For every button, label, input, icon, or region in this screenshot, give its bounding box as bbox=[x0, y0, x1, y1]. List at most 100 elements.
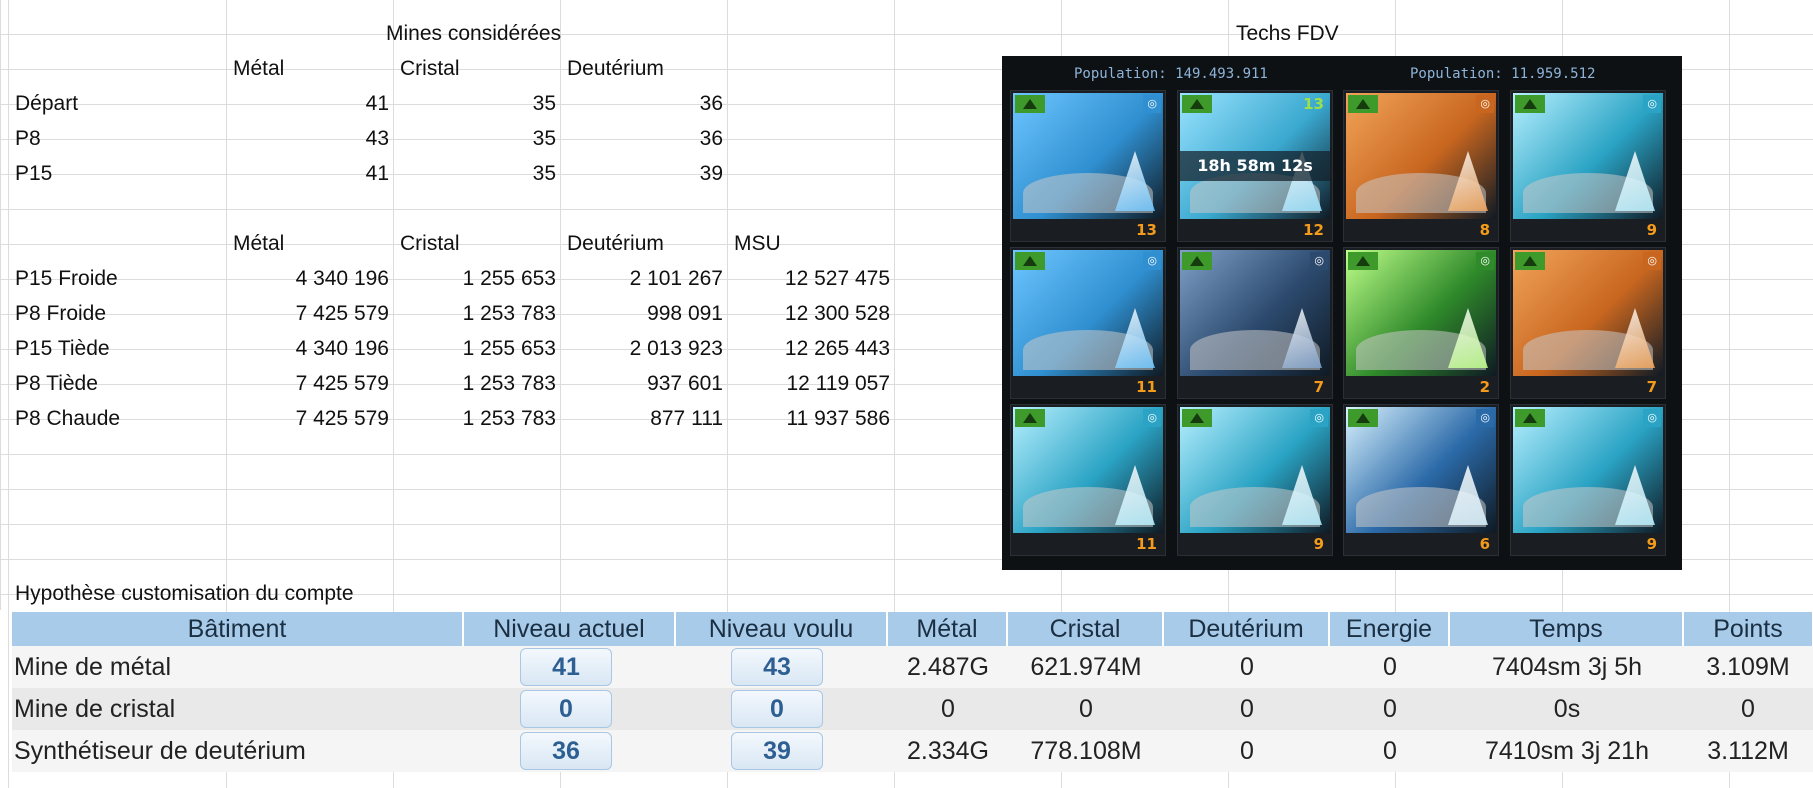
upgrade-arrow-icon[interactable] bbox=[1515, 409, 1545, 427]
cell-value[interactable]: 41 bbox=[226, 86, 389, 121]
prod-header-metal[interactable]: Métal bbox=[233, 226, 284, 261]
cell-value[interactable]: 937 601 bbox=[560, 366, 723, 401]
points: 3.112M bbox=[1707, 737, 1789, 765]
cell-value[interactable]: 4 340 196 bbox=[226, 261, 389, 296]
cell-value[interactable]: 12 265 443 bbox=[727, 331, 890, 366]
table-row: Mine de cristal 0 0 0 0 0 0 0s 0 bbox=[12, 688, 1813, 730]
cell-value[interactable]: 41 bbox=[226, 156, 389, 191]
row-label[interactable]: P8 Chaude bbox=[15, 401, 120, 436]
tech-tile[interactable]: 18h 58m 12s◎1312 bbox=[1177, 90, 1333, 242]
cell-value[interactable]: 12 527 475 bbox=[727, 261, 890, 296]
upgrade-arrow-icon[interactable] bbox=[1515, 95, 1545, 113]
cell-value[interactable]: 39 bbox=[560, 156, 723, 191]
tech-level: 7 bbox=[1646, 378, 1657, 396]
tech-tile[interactable]: ◎ 6 bbox=[1343, 404, 1499, 556]
upgrade-arrow-icon[interactable] bbox=[1348, 409, 1378, 427]
cell-value[interactable]: 1 255 653 bbox=[393, 261, 556, 296]
cost-crystal: 778.108M bbox=[1030, 737, 1142, 765]
upgrade-arrow-icon[interactable] bbox=[1348, 95, 1378, 113]
population-left: Population: 149.493.911 bbox=[1074, 66, 1268, 82]
tech-tile[interactable]: ◎ 9 bbox=[1510, 404, 1666, 556]
tech-tile[interactable]: ◎ 8 bbox=[1343, 90, 1499, 242]
cell-value[interactable]: 36 bbox=[560, 121, 723, 156]
row-label[interactable]: P15 Tiède bbox=[15, 331, 110, 366]
prod-header-msu[interactable]: MSU bbox=[734, 226, 781, 261]
mines-header-crystal[interactable]: Cristal bbox=[400, 51, 460, 86]
upgrade-arrow-icon[interactable] bbox=[1015, 252, 1045, 270]
cell-value[interactable]: 998 091 bbox=[560, 296, 723, 331]
upgrade-arrow-icon[interactable] bbox=[1182, 95, 1212, 113]
wanted-level-input[interactable]: 43 bbox=[731, 648, 823, 686]
upgrade-arrow-icon[interactable] bbox=[1182, 252, 1212, 270]
row-label[interactable]: Départ bbox=[15, 86, 78, 121]
tech-level: 9 bbox=[1646, 535, 1657, 553]
tech-tile[interactable]: ◎ 7 bbox=[1510, 247, 1666, 399]
header-metal: Métal bbox=[888, 612, 1008, 646]
header-current-level: Niveau actuel bbox=[464, 612, 676, 646]
upgrade-arrow-icon[interactable] bbox=[1182, 409, 1212, 427]
mines-title[interactable]: Mines considérées bbox=[386, 16, 561, 51]
cell-value[interactable]: 35 bbox=[393, 121, 556, 156]
cell-value[interactable]: 43 bbox=[226, 121, 389, 156]
table-row: Synthétiseur de deutérium 36 39 2.334G 7… bbox=[12, 730, 1813, 772]
tech-level: 13 bbox=[1136, 221, 1157, 239]
tech-tile[interactable]: ◎ 11 bbox=[1010, 404, 1166, 556]
cell-value[interactable]: 12 300 528 bbox=[727, 296, 890, 331]
tech-tile[interactable]: ◎ 9 bbox=[1510, 90, 1666, 242]
tech-tile[interactable]: ◎ 7 bbox=[1177, 247, 1333, 399]
cost-deuterium: 0 bbox=[1240, 695, 1254, 723]
cell-value[interactable]: 4 340 196 bbox=[226, 331, 389, 366]
tech-level: 11 bbox=[1136, 378, 1157, 396]
mines-header-metal[interactable]: Métal bbox=[233, 51, 284, 86]
upgrade-arrow-icon[interactable] bbox=[1348, 252, 1378, 270]
tech-tile[interactable]: ◎ 9 bbox=[1177, 404, 1333, 556]
wanted-level-input[interactable]: 0 bbox=[731, 690, 823, 728]
cell-value[interactable]: 877 111 bbox=[560, 401, 723, 436]
prod-header-deuterium[interactable]: Deutérium bbox=[567, 226, 664, 261]
cell-value[interactable]: 35 bbox=[393, 86, 556, 121]
status-badge-icon: ◎ bbox=[1143, 95, 1161, 113]
cell-value[interactable]: 35 bbox=[393, 156, 556, 191]
techs-panel: Population: 149.493.911 Population: 11.9… bbox=[1002, 56, 1682, 570]
mines-header-deuterium[interactable]: Deutérium bbox=[567, 51, 664, 86]
cost-metal: 2.334G bbox=[906, 737, 989, 765]
cell-value[interactable]: 2 013 923 bbox=[560, 331, 723, 366]
tech-level: 11 bbox=[1136, 535, 1157, 553]
current-level-input[interactable]: 36 bbox=[520, 732, 612, 770]
cell-value[interactable]: 7 425 579 bbox=[226, 366, 389, 401]
cell-value[interactable]: 2 101 267 bbox=[560, 261, 723, 296]
row-label[interactable]: P8 bbox=[15, 121, 41, 156]
cell-value[interactable]: 1 255 653 bbox=[393, 331, 556, 366]
hypothesis-label[interactable]: Hypothèse customisation du compte bbox=[15, 576, 354, 611]
current-level-input[interactable]: 0 bbox=[520, 690, 612, 728]
cell-value[interactable]: 7 425 579 bbox=[226, 296, 389, 331]
tech-tile[interactable]: ◎ 11 bbox=[1010, 247, 1166, 399]
upgrade-arrow-icon[interactable] bbox=[1015, 95, 1045, 113]
building-name: Mine de métal bbox=[14, 653, 172, 681]
header-crystal: Cristal bbox=[1008, 612, 1164, 646]
current-level-input[interactable]: 41 bbox=[520, 648, 612, 686]
row-label[interactable]: P15 Froide bbox=[15, 261, 118, 296]
tech-tile[interactable]: ◎ 13 bbox=[1010, 90, 1166, 242]
cell-value[interactable]: 36 bbox=[560, 86, 723, 121]
status-badge-icon: ◎ bbox=[1643, 409, 1661, 427]
cell-value[interactable]: 1 253 783 bbox=[393, 401, 556, 436]
tech-level: 12 bbox=[1303, 221, 1324, 239]
prod-header-crystal[interactable]: Cristal bbox=[400, 226, 460, 261]
techs-title[interactable]: Techs FDV bbox=[1236, 16, 1339, 51]
cell-value[interactable]: 12 119 057 bbox=[727, 366, 890, 401]
row-label[interactable]: P8 Tiède bbox=[15, 366, 98, 401]
wanted-level-input[interactable]: 39 bbox=[731, 732, 823, 770]
cell-value[interactable]: 7 425 579 bbox=[226, 401, 389, 436]
upgrade-arrow-icon[interactable] bbox=[1515, 252, 1545, 270]
status-badge-icon: ◎ bbox=[1643, 95, 1661, 113]
cell-value[interactable]: 11 937 586 bbox=[727, 401, 890, 436]
cell-value[interactable]: 1 253 783 bbox=[393, 366, 556, 401]
cell-value[interactable]: 1 253 783 bbox=[393, 296, 556, 331]
row-label[interactable]: P8 Froide bbox=[15, 296, 106, 331]
row-label[interactable]: P15 bbox=[15, 156, 52, 191]
tech-level: 9 bbox=[1313, 535, 1324, 553]
building-name: Mine de cristal bbox=[14, 695, 176, 723]
tech-tile[interactable]: ◎ 2 bbox=[1343, 247, 1499, 399]
upgrade-arrow-icon[interactable] bbox=[1015, 409, 1045, 427]
